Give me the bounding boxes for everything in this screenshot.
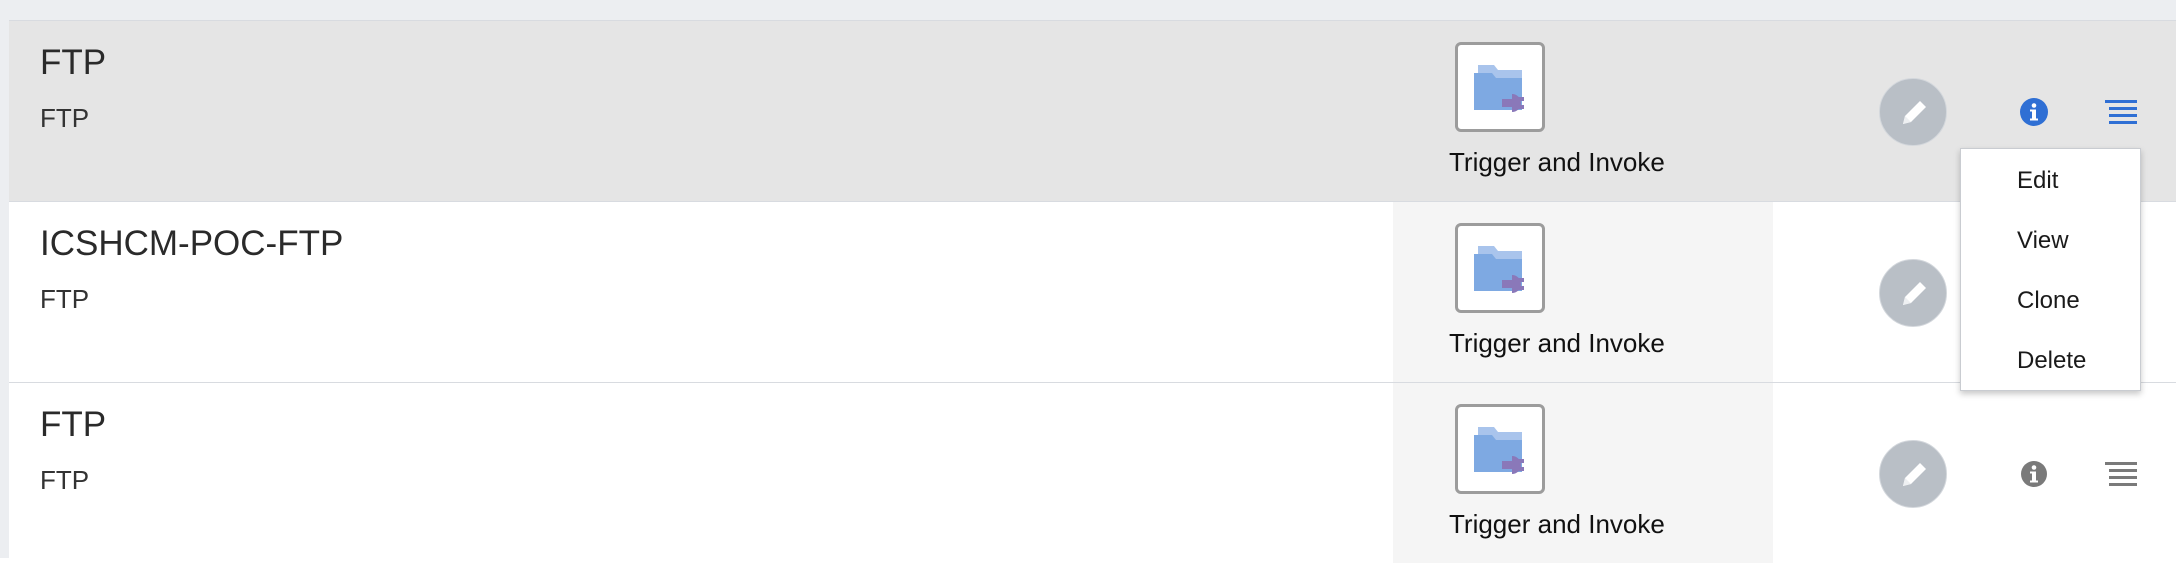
hamburger-menu-icon bbox=[2105, 100, 2137, 124]
connection-name[interactable]: ICSHCM-POC-FTP bbox=[40, 224, 343, 264]
menu-item-view[interactable]: View bbox=[2017, 227, 2069, 255]
ftp-adapter-icon bbox=[1455, 42, 1545, 132]
left-margin bbox=[0, 0, 9, 558]
menu-item-edit[interactable]: Edit bbox=[2017, 167, 2058, 195]
connection-name[interactable]: FTP bbox=[40, 405, 106, 445]
connection-type: FTP bbox=[40, 284, 90, 314]
top-bar bbox=[0, 0, 2176, 20]
connection-row[interactable]: ICSHCM-POC-FTP FTP Trigger and Invoke bbox=[9, 201, 2176, 382]
menu-item-clone[interactable]: Clone bbox=[2017, 287, 2080, 315]
connections-list: FTP FTP Trigger and Invoke ICSHCM-POC-FT… bbox=[9, 20, 2176, 563]
pencil-icon bbox=[1903, 282, 1926, 305]
adapter-role-label: Trigger and Invoke bbox=[1449, 147, 1665, 177]
connection-type: FTP bbox=[40, 465, 90, 495]
connection-name[interactable]: FTP bbox=[40, 43, 106, 83]
info-button[interactable] bbox=[2019, 97, 2049, 127]
row-action-menu: Edit View Clone Delete bbox=[1960, 148, 2141, 391]
edit-button[interactable] bbox=[1879, 259, 1947, 327]
adapter-role-label: Trigger and Invoke bbox=[1449, 328, 1665, 358]
pencil-icon bbox=[1903, 463, 1926, 486]
connection-row[interactable]: FTP FTP Trigger and Invoke bbox=[9, 20, 2176, 201]
info-icon bbox=[2021, 461, 2047, 487]
info-icon bbox=[2020, 98, 2048, 126]
menu-item-delete[interactable]: Delete bbox=[2017, 347, 2086, 375]
row-menu-button[interactable] bbox=[2103, 98, 2139, 128]
info-button[interactable] bbox=[2019, 459, 2049, 489]
edit-button[interactable] bbox=[1879, 440, 1947, 508]
connection-row[interactable]: FTP FTP Trigger and Invoke bbox=[9, 382, 2176, 563]
edit-button[interactable] bbox=[1879, 78, 1947, 146]
ftp-adapter-icon bbox=[1455, 223, 1545, 313]
connection-type: FTP bbox=[40, 103, 90, 133]
row-menu-button[interactable] bbox=[2103, 460, 2139, 490]
adapter-role-label: Trigger and Invoke bbox=[1449, 509, 1665, 539]
pencil-icon bbox=[1903, 101, 1926, 124]
ftp-adapter-icon bbox=[1455, 404, 1545, 494]
hamburger-menu-icon bbox=[2105, 462, 2137, 486]
